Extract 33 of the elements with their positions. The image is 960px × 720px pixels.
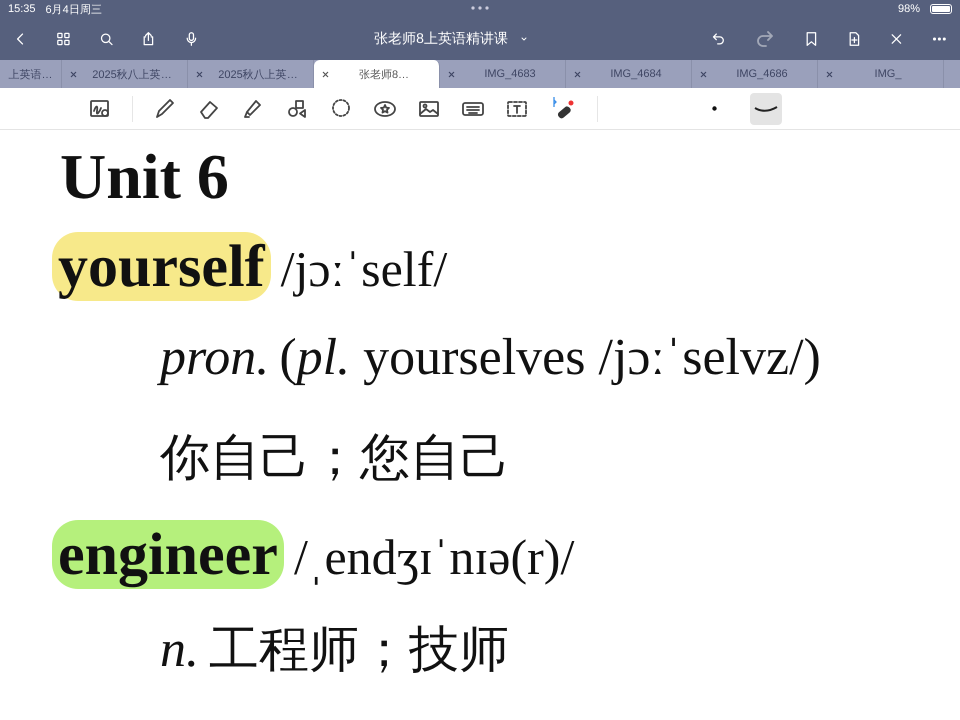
tab-close-icon[interactable] [322,70,329,78]
document-tab[interactable]: 上英语… [0,60,62,88]
tab-close-icon[interactable] [700,70,707,78]
document-tab[interactable]: IMG_4684 [566,60,692,88]
document-tab[interactable]: IMG_ [818,60,944,88]
status-time: 15:35 [8,3,36,15]
document-tab[interactable]: IMG_4686 [692,60,818,88]
phonetic-text: /jɔːˈself/ [280,240,448,298]
pen-icon[interactable] [153,96,177,120]
phonetic-text: /ˌendʒɪˈnɪə(r)/ [294,528,574,586]
document-tab[interactable]: IMG_4683 [440,60,566,88]
status-date: 6月4日周三 [46,2,102,16]
unit-heading: Unit 6 [60,140,230,214]
dot-stroke-icon [712,106,716,111]
stroke-size-option[interactable] [750,92,782,124]
tab-close-icon[interactable] [448,70,455,78]
part-of-speech: n. [160,620,199,679]
battery-percent: 98% [898,3,920,15]
tab-close-icon[interactable] [826,70,833,78]
definition-text: 你自己；您自己 [159,427,511,488]
definition-text: (pl. yourselves /jɔːˈselvz/) [279,328,821,387]
document-tab[interactable]: 张老师8… [314,60,440,88]
definition-text: 工程师；技师 [209,619,509,680]
curve-stroke-icon [754,104,778,112]
headword: engineer [52,520,284,589]
tab-close-icon[interactable] [70,70,77,78]
document-title[interactable]: 张老师8上英语精讲课 [374,30,508,48]
tab-close-icon[interactable] [574,70,581,78]
multitask-dots-icon[interactable] [470,6,490,10]
tab-close-icon[interactable] [196,70,203,78]
headword: yourself [52,232,271,301]
document-tab[interactable]: 2025秋八上英… [62,60,188,88]
battery-icon [930,4,952,14]
